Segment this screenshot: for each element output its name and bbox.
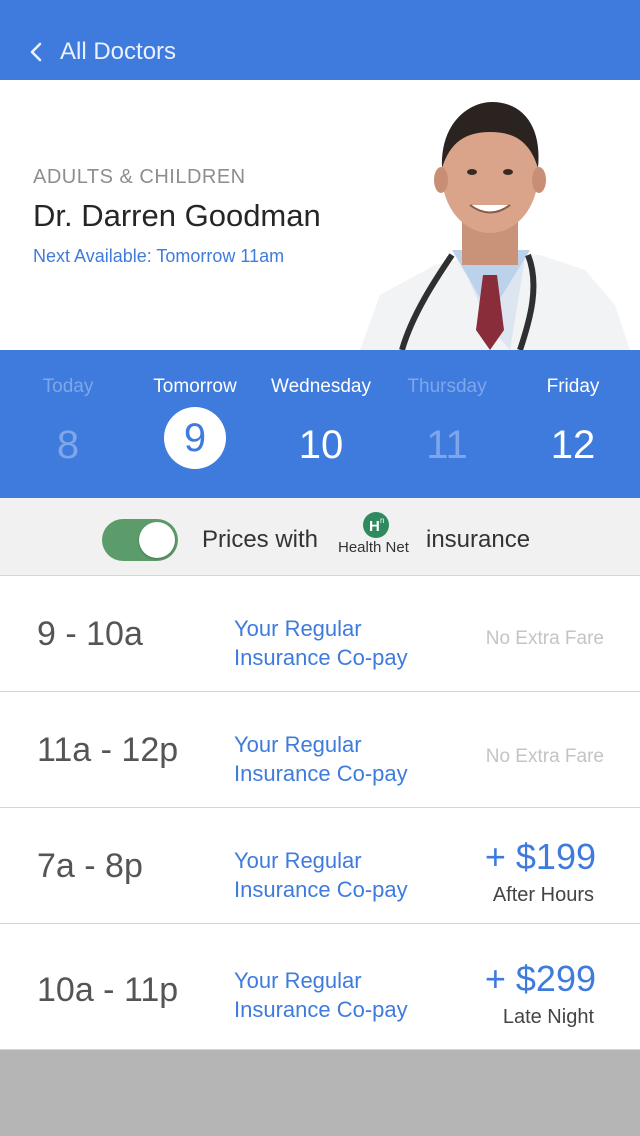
date-number: 12: [550, 423, 596, 467]
time-slot[interactable]: 7a - 8p Your Regular Insurance Co-pay + …: [0, 808, 640, 924]
next-available: Next Available: Tomorrow 11am: [33, 246, 285, 266]
slot-copay: Your Regular Insurance Co-pay: [234, 614, 434, 672]
back-label: All Doctors: [60, 38, 177, 65]
svg-text:n: n: [380, 516, 384, 525]
doctor-name: Dr. Darren Goodman: [33, 198, 321, 233]
copay-line: Insurance Co-pay: [234, 761, 408, 786]
health-net-logo-icon: H n: [363, 512, 389, 538]
doctor-photo: [360, 102, 630, 350]
date-number: 9: [183, 416, 207, 460]
insurance-prefix: Prices with: [202, 526, 319, 553]
date-day-label: Wednesday: [271, 376, 371, 397]
slot-fare: No Extra Fare: [485, 628, 604, 649]
copay-line: Your Regular: [234, 616, 362, 641]
date-day-label: Today: [42, 376, 94, 397]
time-slot[interactable]: 10a - 11p Your Regular Insurance Co-pay …: [0, 924, 640, 1050]
slot-time: 9 - 10a: [37, 615, 143, 653]
slot-fare: No Extra Fare: [485, 746, 604, 767]
copay-line: Your Regular: [234, 968, 362, 993]
health-net-logo: H n Health Net: [338, 512, 420, 560]
time-slot[interactable]: 11a - 12p Your Regular Insurance Co-pay …: [0, 692, 640, 808]
slot-time: 11a - 12p: [37, 731, 179, 769]
date-selector: Today 8 Tomorrow 9 Wednesday 10 Thursday…: [0, 350, 640, 498]
date-day-label: Friday: [546, 376, 600, 397]
slot-time: 7a - 8p: [37, 847, 143, 885]
insurance-suffix: insurance: [426, 526, 531, 553]
date-thursday[interactable]: Thursday 11: [385, 350, 509, 498]
doctor-profile: ADULTS & CHILDREN Dr. Darren Goodman Nex…: [0, 80, 640, 350]
svg-text:H: H: [369, 518, 380, 535]
slot-time: 10a - 11p: [37, 971, 179, 1009]
date-number: 8: [56, 423, 80, 467]
slot-copay: Your Regular Insurance Co-pay: [234, 846, 434, 904]
copay-line: Your Regular: [234, 848, 362, 873]
date-number: 11: [426, 423, 468, 467]
slot-copay: Your Regular Insurance Co-pay: [234, 730, 434, 788]
back-button[interactable]: All Doctors: [26, 30, 176, 74]
date-day-label: Thursday: [407, 376, 487, 397]
date-number: 10: [298, 423, 344, 467]
health-net-logo-text: Health Net: [338, 539, 409, 556]
date-tomorrow[interactable]: Tomorrow 9: [133, 350, 257, 498]
copay-line: Insurance Co-pay: [234, 877, 408, 902]
slot-price: + $299: [484, 958, 596, 999]
insurance-row: Prices with H n Health Net insurance: [0, 498, 640, 576]
footer-area: [0, 1050, 640, 1136]
toggle-knob: [139, 522, 175, 558]
date-wednesday[interactable]: Wednesday 10: [259, 350, 383, 498]
chevron-left-icon: [30, 42, 42, 62]
slot-price: + $199: [484, 836, 596, 877]
slot-price-note: Late Night: [502, 1006, 594, 1028]
doctor-category: ADULTS & CHILDREN: [33, 166, 246, 188]
date-friday[interactable]: Friday 12: [511, 350, 635, 498]
copay-line: Insurance Co-pay: [234, 645, 408, 670]
copay-line: Insurance Co-pay: [234, 997, 408, 1022]
slot-copay: Your Regular Insurance Co-pay: [234, 966, 434, 1024]
time-slot[interactable]: 9 - 10a Your Regular Insurance Co-pay No…: [0, 576, 640, 692]
date-today[interactable]: Today 8: [6, 350, 130, 498]
copay-line: Your Regular: [234, 732, 362, 757]
nav-bar: All Doctors: [0, 0, 640, 80]
slot-price-note: After Hours: [492, 884, 594, 906]
date-day-label: Tomorrow: [153, 376, 237, 397]
insurance-toggle[interactable]: [102, 519, 178, 561]
